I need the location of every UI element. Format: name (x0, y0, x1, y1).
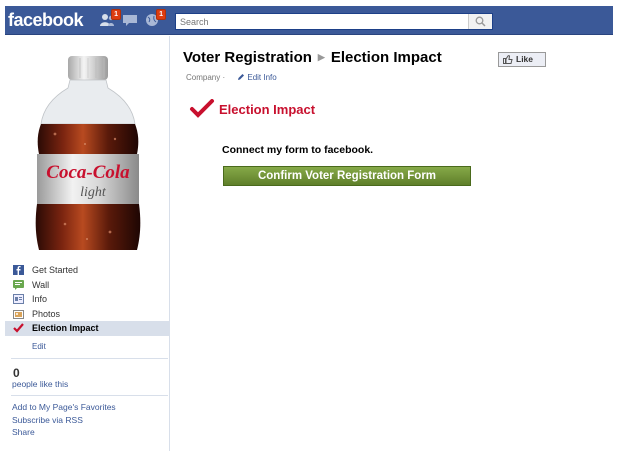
search-icon (475, 16, 486, 27)
sidebar-item-label: Election Impact (32, 323, 99, 333)
page-subline: Company · Edit Info (186, 73, 277, 82)
sidebar-item-wall[interactable]: Wall (5, 278, 170, 293)
page-title-link[interactable]: Voter Registration (183, 49, 312, 66)
thumbs-up-icon (503, 55, 513, 64)
friend-requests-icon[interactable]: 1 (99, 9, 121, 27)
app-title: Election Impact (219, 102, 316, 117)
sidebar-nav: Get Started Wall Info Photos Election Im… (5, 263, 170, 354)
page-category: Company (186, 73, 221, 82)
likes-count: 0 (13, 366, 20, 380)
sidebar-item-label: Photos (32, 308, 61, 319)
pencil-icon (238, 74, 245, 80)
sidebar-item-get-started[interactable]: Get Started (5, 263, 170, 278)
coca-cola-light-bottle-image: Coca-Cola light (35, 56, 141, 250)
people-like-this-link[interactable]: people like this (12, 379, 68, 389)
profile-picture[interactable]: Coca-Cola light (25, 54, 151, 254)
messages-icon[interactable] (122, 13, 138, 27)
wall-icon (13, 279, 24, 290)
divider (11, 358, 168, 359)
checkmark-icon (13, 323, 24, 333)
connect-instruction: Connect my form to facebook. (222, 144, 374, 156)
subscribe-rss-link[interactable]: Subscribe via RSS (12, 415, 83, 425)
notifications-globe-icon[interactable]: 1 (144, 9, 166, 27)
search-input[interactable] (176, 14, 466, 29)
search-bar (175, 13, 493, 30)
sidebar-item-photos[interactable]: Photos (5, 307, 170, 322)
facebook-f-icon (13, 265, 24, 275)
notifications-badge: 1 (156, 9, 166, 20)
share-link[interactable]: Share (12, 427, 35, 437)
left-sidebar: Coca-Cola light Get Started Wall Info Ph… (5, 36, 170, 451)
sidebar-item-label: Get Started (32, 265, 79, 275)
sidebar-edit-link[interactable]: Edit (5, 340, 170, 354)
sidebar-item-election-impact[interactable]: Election Impact (5, 321, 170, 336)
info-icon (13, 294, 24, 304)
edit-info-link[interactable]: Edit Info (237, 73, 277, 82)
like-button[interactable]: Like (498, 52, 546, 67)
sidebar-item-label: Wall (32, 279, 50, 290)
facebook-logo[interactable]: facebook (8, 10, 84, 31)
confirm-voter-registration-button[interactable]: Confirm Voter Registration Form (223, 166, 471, 186)
page-title-current: Election Impact (330, 49, 442, 66)
page-title: Voter Registration ▶ Election Impact (183, 49, 442, 66)
friend-requests-badge: 1 (111, 9, 121, 20)
main-content: Voter Registration ▶ Election Impact Like … (171, 36, 619, 451)
like-label: Like (516, 54, 534, 64)
photos-icon (13, 309, 24, 319)
sidebar-item-info[interactable]: Info (5, 292, 170, 307)
add-to-favorites-link[interactable]: Add to My Page's Favorites (12, 402, 116, 412)
breadcrumb-arrow-icon: ▶ (317, 52, 325, 62)
coca-cola-logo: Coca-Cola (46, 162, 130, 183)
search-button[interactable] (468, 14, 492, 29)
sidebar-item-label: Info (32, 294, 48, 304)
top-navigation-bar: facebook 1 1 (5, 6, 613, 35)
light-wordmark: light (80, 185, 107, 200)
checkmark-icon (190, 99, 214, 118)
divider (11, 395, 168, 396)
